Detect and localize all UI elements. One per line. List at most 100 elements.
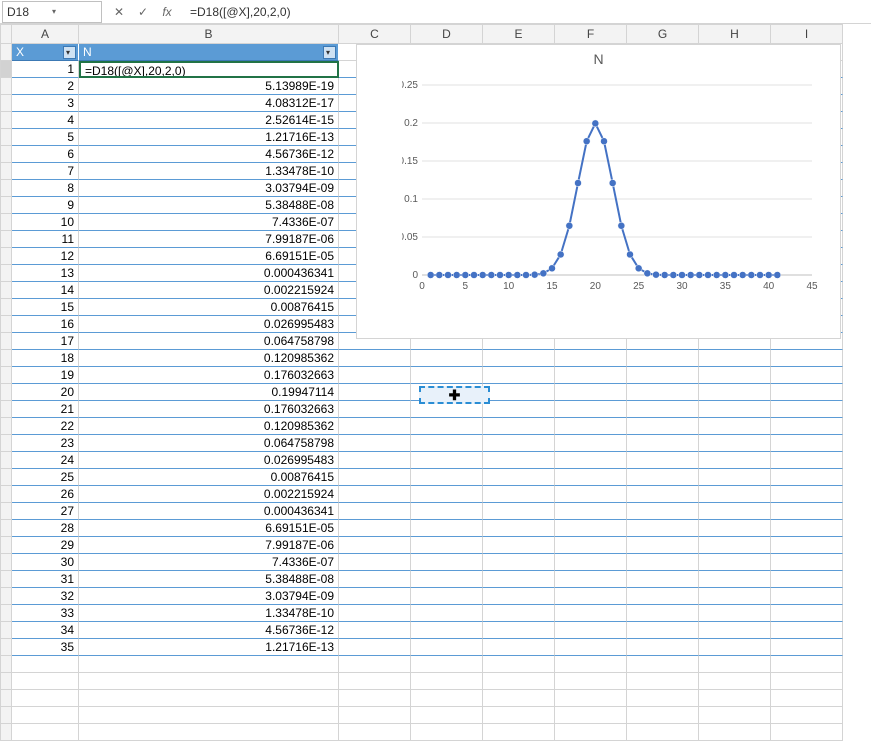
cell[interactable] bbox=[79, 724, 339, 741]
cell-n[interactable]: 5.38488E-08 bbox=[79, 197, 339, 214]
cell-x[interactable]: 13 bbox=[12, 265, 79, 282]
cell[interactable] bbox=[699, 350, 771, 367]
cell[interactable] bbox=[339, 367, 411, 384]
cell[interactable] bbox=[483, 452, 555, 469]
cell[interactable] bbox=[339, 571, 411, 588]
cell-x[interactable]: 8 bbox=[12, 180, 79, 197]
cell[interactable] bbox=[555, 520, 627, 537]
cell[interactable] bbox=[771, 656, 843, 673]
cell[interactable] bbox=[339, 605, 411, 622]
cell[interactable] bbox=[699, 520, 771, 537]
cell[interactable] bbox=[555, 673, 627, 690]
cell[interactable] bbox=[627, 656, 699, 673]
cell[interactable] bbox=[627, 452, 699, 469]
cell[interactable] bbox=[555, 486, 627, 503]
row-header[interactable] bbox=[0, 197, 12, 214]
enter-icon[interactable]: ✓ bbox=[134, 5, 152, 19]
cell[interactable] bbox=[483, 401, 555, 418]
cell[interactable] bbox=[699, 622, 771, 639]
cell[interactable] bbox=[339, 418, 411, 435]
cell[interactable] bbox=[627, 503, 699, 520]
cell[interactable] bbox=[12, 656, 79, 673]
cell[interactable] bbox=[699, 486, 771, 503]
cell[interactable] bbox=[79, 656, 339, 673]
cell[interactable] bbox=[339, 622, 411, 639]
cell[interactable] bbox=[483, 520, 555, 537]
cell[interactable] bbox=[483, 588, 555, 605]
cell[interactable] bbox=[411, 350, 483, 367]
cell[interactable] bbox=[411, 367, 483, 384]
row-header[interactable] bbox=[0, 129, 12, 146]
cell-x[interactable]: 33 bbox=[12, 605, 79, 622]
row-header[interactable] bbox=[0, 503, 12, 520]
col-header-C[interactable]: C bbox=[339, 24, 411, 44]
row-header[interactable] bbox=[0, 469, 12, 486]
cell-x[interactable]: 35 bbox=[12, 639, 79, 656]
row-header[interactable] bbox=[0, 61, 12, 78]
cell[interactable] bbox=[339, 469, 411, 486]
cell-n[interactable]: 6.69151E-05 bbox=[79, 248, 339, 265]
row-header[interactable] bbox=[0, 639, 12, 656]
cell[interactable] bbox=[627, 401, 699, 418]
cell-n[interactable]: 1.33478E-10 bbox=[79, 163, 339, 180]
row-header[interactable] bbox=[0, 367, 12, 384]
cell[interactable] bbox=[627, 418, 699, 435]
cell-n[interactable]: 1.33478E-10 bbox=[79, 605, 339, 622]
cell[interactable] bbox=[483, 384, 555, 401]
cell[interactable] bbox=[555, 724, 627, 741]
cell[interactable] bbox=[771, 520, 843, 537]
cell[interactable] bbox=[411, 520, 483, 537]
cell-n[interactable]: 0.19947114 bbox=[79, 384, 339, 401]
cell[interactable] bbox=[411, 571, 483, 588]
cell-n[interactable]: 3.03794E-09 bbox=[79, 588, 339, 605]
cell-n[interactable]: 0.176032663 bbox=[79, 401, 339, 418]
row-header[interactable] bbox=[0, 571, 12, 588]
cell[interactable] bbox=[339, 673, 411, 690]
cell[interactable] bbox=[483, 690, 555, 707]
cell[interactable] bbox=[627, 486, 699, 503]
cell[interactable] bbox=[699, 401, 771, 418]
row-header[interactable] bbox=[0, 146, 12, 163]
row-header[interactable] bbox=[0, 282, 12, 299]
cell-x[interactable]: 15 bbox=[12, 299, 79, 316]
cell[interactable] bbox=[79, 707, 339, 724]
cell[interactable] bbox=[339, 401, 411, 418]
cell[interactable] bbox=[339, 503, 411, 520]
cell[interactable] bbox=[411, 673, 483, 690]
row-header[interactable] bbox=[0, 486, 12, 503]
cell[interactable] bbox=[339, 520, 411, 537]
cell[interactable] bbox=[771, 452, 843, 469]
cell-x[interactable]: 1 bbox=[12, 61, 79, 78]
row-header[interactable] bbox=[0, 418, 12, 435]
cell[interactable] bbox=[555, 350, 627, 367]
cell[interactable] bbox=[411, 554, 483, 571]
cell[interactable] bbox=[555, 435, 627, 452]
cell[interactable] bbox=[555, 537, 627, 554]
cell[interactable] bbox=[411, 503, 483, 520]
cell-n[interactable]: 4.56736E-12 bbox=[79, 622, 339, 639]
cell-x[interactable]: 17 bbox=[12, 333, 79, 350]
cell[interactable] bbox=[699, 605, 771, 622]
row-header[interactable] bbox=[0, 452, 12, 469]
cell[interactable] bbox=[339, 384, 411, 401]
cell[interactable] bbox=[627, 724, 699, 741]
cell-x[interactable]: 20 bbox=[12, 384, 79, 401]
cell[interactable] bbox=[339, 588, 411, 605]
cell-n[interactable]: 7.99187E-06 bbox=[79, 537, 339, 554]
row-header[interactable] bbox=[0, 554, 12, 571]
col-header-E[interactable]: E bbox=[483, 24, 555, 44]
cell[interactable] bbox=[771, 503, 843, 520]
cell-n[interactable]: 0.00876415 bbox=[79, 469, 339, 486]
cell[interactable] bbox=[699, 435, 771, 452]
cell[interactable] bbox=[627, 707, 699, 724]
row-header[interactable] bbox=[0, 180, 12, 197]
cell[interactable] bbox=[79, 690, 339, 707]
cell[interactable] bbox=[699, 367, 771, 384]
row-header[interactable] bbox=[0, 401, 12, 418]
formula-input[interactable]: =D18([@X],20,2,0) bbox=[184, 5, 871, 19]
col-header-D[interactable]: D bbox=[411, 24, 483, 44]
cell-n[interactable]: 1.21716E-13 bbox=[79, 639, 339, 656]
cell-n[interactable]: 4.56736E-12 bbox=[79, 146, 339, 163]
cell[interactable] bbox=[771, 724, 843, 741]
filter-button[interactable] bbox=[63, 46, 76, 59]
